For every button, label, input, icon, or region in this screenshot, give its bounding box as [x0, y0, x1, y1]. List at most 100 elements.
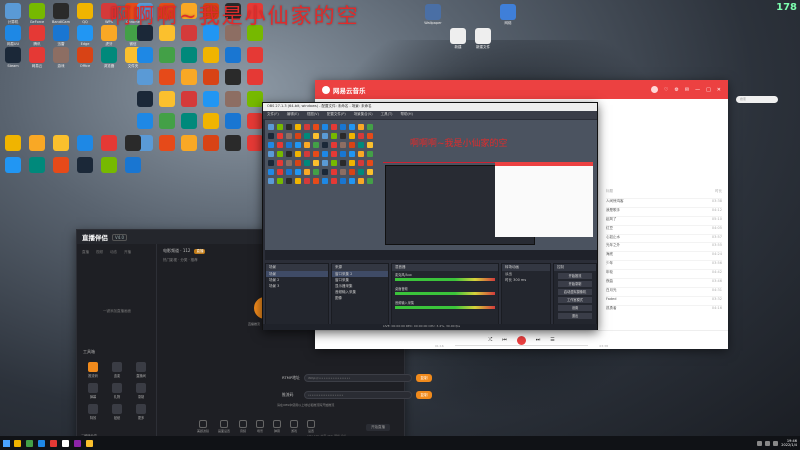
ime-icon[interactable] — [773, 440, 779, 446]
obs-menu-item[interactable]: 文件(F) — [267, 112, 279, 118]
desktop-icon[interactable] — [244, 47, 266, 63]
desktop-icon[interactable] — [222, 69, 244, 85]
desktop-icon[interactable] — [74, 135, 96, 151]
obs-control-button[interactable]: 启动虚拟摄像机 — [558, 289, 592, 295]
shuffle-icon[interactable]: ⤮ — [488, 337, 492, 343]
network-icon[interactable] — [757, 440, 763, 446]
list-item[interactable]: 孤勇者 04:16 — [606, 304, 722, 314]
clock[interactable]: 19:46 2022/1/4 — [781, 439, 797, 447]
desktop-icon[interactable] — [74, 157, 96, 173]
desktop-icon[interactable]: 网易UU — [2, 25, 24, 47]
desktop-icon[interactable] — [2, 157, 24, 173]
desktop-icon[interactable] — [178, 91, 200, 107]
desktop-icon[interactable]: Office — [74, 47, 96, 68]
desktop-icon[interactable] — [134, 91, 156, 107]
desktop-icon[interactable]: 计算机 — [2, 3, 24, 25]
desktop-icon[interactable] — [200, 47, 222, 63]
volume-meter[interactable] — [395, 278, 495, 281]
desktop-icon[interactable]: 网易云 — [26, 47, 48, 69]
taskbar-app-icon[interactable] — [62, 439, 69, 447]
desktop-icon[interactable]: QQ — [74, 3, 96, 24]
next-icon[interactable]: ⏭ — [536, 337, 541, 343]
play-pause-button[interactable] — [516, 335, 526, 345]
desktop-icon[interactable]: GeForce — [26, 3, 48, 24]
list-item[interactable]: 白月光 04:31 — [606, 286, 722, 296]
tool-item[interactable]: 连麦 — [105, 362, 129, 378]
maximize-button[interactable]: □ — [706, 87, 711, 93]
desktop-icon[interactable] — [98, 135, 120, 151]
desktop-icon[interactable] — [222, 135, 244, 151]
desktop-icon[interactable] — [222, 47, 244, 63]
tab-feed[interactable]: 动态 — [110, 250, 117, 255]
like-icon[interactable]: ♡ — [664, 87, 668, 93]
tool-item[interactable]: 弹幕 — [81, 383, 105, 399]
desktop-icon[interactable]: 腾讯 — [26, 25, 48, 47]
desktop-icon[interactable]: 新建文件 — [472, 28, 494, 50]
desktop-icon[interactable]: 网络 — [497, 4, 519, 26]
list-item[interactable]: 心如止水 03:57 — [606, 233, 722, 243]
tab-video[interactable]: 视频 — [96, 250, 103, 255]
close-button[interactable]: ✕ — [717, 87, 721, 93]
footer-tool[interactable]: 画面设置 — [218, 419, 230, 433]
desktop-icon[interactable]: BandiCam — [50, 3, 72, 24]
minimize-button[interactable]: — — [695, 87, 700, 93]
desktop-icon[interactable] — [200, 135, 222, 151]
list-item[interactable]: 红豆 04:05 — [606, 224, 722, 234]
desktop-icon[interactable]: Steam — [2, 47, 24, 68]
desktop-icon[interactable] — [122, 135, 144, 151]
desktop-icon[interactable]: 游戏 — [50, 47, 72, 69]
taskbar-app-icon[interactable] — [50, 439, 57, 447]
transition-setting[interactable]: 时长 300 ms — [502, 277, 550, 283]
footer-tool[interactable]: 音频 — [239, 419, 248, 433]
obs-menu-item[interactable]: 视图(V) — [307, 112, 319, 118]
desktop-icon[interactable] — [134, 69, 156, 85]
volume-meter[interactable] — [395, 306, 495, 309]
list-item[interactable]: 起风了 05:10 — [606, 215, 722, 225]
stream-key-field[interactable]: •••••••••••••••••••• — [304, 390, 412, 399]
taskbar-app-icon[interactable] — [74, 439, 81, 447]
copy-rtmp-button[interactable]: 复制 — [416, 373, 432, 382]
tool-item[interactable]: 直播间 — [129, 362, 153, 378]
obs-control-button[interactable]: 退出 — [558, 313, 592, 319]
desktop-icon[interactable] — [178, 113, 200, 129]
avatar[interactable] — [650, 86, 658, 93]
obs-preview[interactable]: 啊啊啊~我是小仙家的空 — [265, 120, 597, 260]
desktop-icon[interactable]: 迅雷 — [50, 25, 72, 47]
desktop-icon[interactable] — [156, 47, 178, 63]
tool-item[interactable]: 录制 — [129, 383, 153, 399]
desktop-icon[interactable] — [134, 47, 156, 63]
desktop-icon[interactable] — [178, 47, 200, 63]
tool-item[interactable]: 礼物 — [105, 383, 129, 399]
obs-control-button[interactable]: 设置 — [558, 305, 592, 311]
tab-start[interactable]: 开播 — [124, 250, 131, 255]
tab-live[interactable]: 直播 — [82, 250, 89, 255]
mail-icon[interactable]: ✉ — [685, 87, 689, 93]
desktop-icon[interactable]: 浏览器 — [98, 47, 120, 69]
copy-key-button[interactable]: 复制 — [416, 390, 432, 399]
playlist-icon[interactable]: ☰ — [550, 337, 554, 343]
list-item[interactable]: 光年之外 03:55 — [606, 242, 722, 251]
desktop-icon[interactable] — [50, 135, 72, 151]
desktop-icon[interactable] — [200, 113, 222, 129]
footer-tool[interactable]: 设置 — [307, 419, 316, 433]
desktop-icon[interactable] — [122, 157, 144, 173]
go-live-button[interactable]: 开始直播 — [366, 424, 390, 431]
desktop-icon[interactable] — [98, 157, 120, 173]
desktop-icon[interactable] — [222, 113, 244, 129]
footer-tool[interactable]: 弹幕 — [273, 419, 282, 433]
obs-control-button[interactable]: 开始录制 — [558, 281, 592, 287]
desktop-icon[interactable] — [244, 69, 266, 85]
desktop-icon[interactable] — [178, 69, 200, 85]
volume-icon[interactable] — [765, 440, 771, 446]
obs-control-button[interactable]: 工作室模式 — [558, 297, 592, 303]
desktop-icon[interactable] — [200, 91, 222, 107]
source-item[interactable]: 图像 — [332, 295, 388, 301]
previous-icon[interactable]: ⏮ — [502, 337, 507, 343]
footer-tool[interactable]: 游戏 — [290, 419, 299, 433]
obs-menu-item[interactable]: 编辑(E) — [287, 112, 299, 118]
obs-menu-item[interactable]: 配置文件(P) — [327, 112, 346, 118]
tool-item[interactable]: 推流码 — [81, 362, 105, 378]
desktop-icon[interactable] — [26, 135, 48, 151]
desktop-icon[interactable] — [50, 157, 72, 173]
desktop-icon[interactable] — [156, 69, 178, 85]
